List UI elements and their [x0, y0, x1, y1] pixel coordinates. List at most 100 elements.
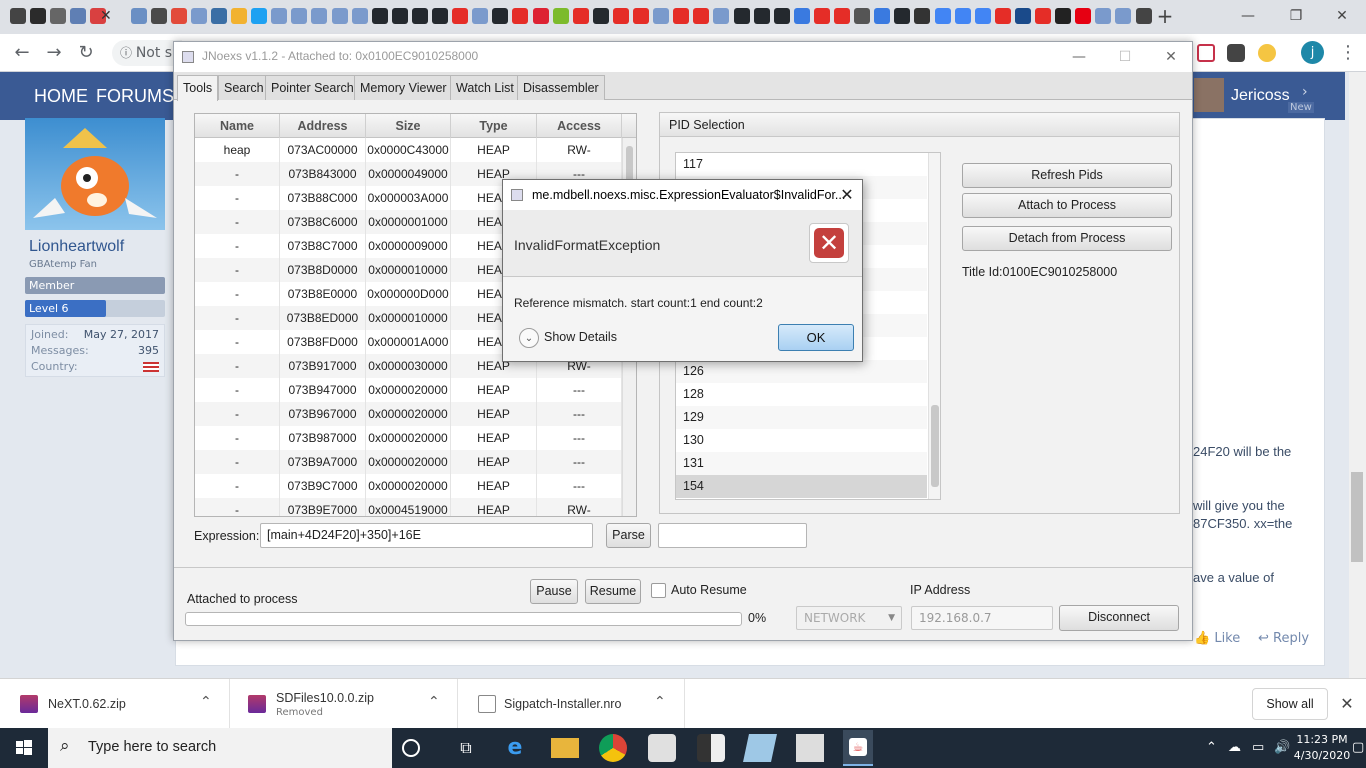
- reply-button[interactable]: ↩ Reply: [1258, 631, 1309, 646]
- cortana-icon[interactable]: [402, 739, 420, 757]
- calculator-icon[interactable]: [796, 734, 824, 762]
- tab-favicon-icon[interactable]: [30, 8, 47, 24]
- pid-list-scrollbar[interactable]: [928, 153, 940, 499]
- profile-avatar[interactable]: j: [1301, 41, 1324, 64]
- tab-favicon-icon[interactable]: [512, 8, 529, 24]
- tab-favicon-icon[interactable]: [894, 8, 911, 24]
- onedrive-icon[interactable]: ☁: [1228, 740, 1241, 755]
- taskbar-clock[interactable]: 11:23 PM 4/30/2020: [1293, 732, 1351, 764]
- dialog-close-button[interactable]: ✕: [835, 184, 859, 206]
- chevron-up-icon[interactable]: ⌃: [654, 694, 666, 710]
- back-icon[interactable]: ←: [10, 42, 34, 64]
- task-view-icon[interactable]: ⧉: [452, 734, 480, 762]
- tab-favicon-icon[interactable]: [934, 8, 951, 24]
- jnoexs-minimize-button[interactable]: —: [1062, 46, 1096, 68]
- new-tab-button[interactable]: +: [1155, 6, 1175, 28]
- tab-memory-viewer[interactable]: Memory Viewer: [354, 75, 453, 100]
- tab-favicon-icon[interactable]: [572, 8, 589, 24]
- tab-search[interactable]: Search: [218, 75, 270, 100]
- start-button[interactable]: [0, 728, 48, 768]
- tab-favicon-icon[interactable]: [874, 8, 891, 24]
- pause-button[interactable]: Pause: [530, 579, 578, 604]
- tab-favicon-icon[interactable]: [592, 8, 609, 24]
- volume-icon[interactable]: 🔊: [1274, 740, 1290, 755]
- detach-from-process-button[interactable]: Detach from Process: [962, 226, 1172, 251]
- tab-favicon-icon[interactable]: [793, 8, 810, 24]
- column-header-access[interactable]: Access: [537, 114, 622, 138]
- tab-favicon-icon[interactable]: [713, 8, 730, 24]
- notepad-icon[interactable]: [743, 734, 777, 762]
- tab-favicon-icon[interactable]: [1075, 8, 1092, 24]
- tab-favicon-icon[interactable]: [50, 8, 67, 24]
- tab-favicon-icon[interactable]: [854, 8, 871, 24]
- tab-favicon-icon[interactable]: [70, 8, 87, 24]
- browser-minimize-button[interactable]: —: [1228, 4, 1268, 28]
- chevron-up-icon[interactable]: ⌃: [200, 694, 212, 710]
- tab-disassembler[interactable]: Disassembler: [517, 75, 605, 100]
- chrome-icon[interactable]: [599, 734, 627, 762]
- table-row[interactable]: -073B9C7000 0x0000020000 HEAP ---: [195, 474, 622, 498]
- user-avatar[interactable]: [1194, 78, 1224, 112]
- chevron-right-icon[interactable]: ›: [1302, 84, 1308, 100]
- pid-list-scrollbar-thumb[interactable]: [931, 405, 939, 487]
- java-taskbar-icon[interactable]: ☕: [843, 730, 873, 766]
- column-header-address[interactable]: Address: [280, 114, 366, 138]
- jnoexs-maximize-button[interactable]: ☐: [1108, 46, 1142, 68]
- parse-button[interactable]: Parse: [606, 523, 651, 548]
- notifications-icon[interactable]: ▢: [1352, 740, 1364, 755]
- pid-list-item[interactable]: 129: [676, 406, 927, 429]
- profile-name[interactable]: Lionheartwolf: [29, 238, 124, 256]
- ip-address-input[interactable]: 192.168.0.7: [911, 606, 1053, 630]
- column-header-type[interactable]: Type: [451, 114, 537, 138]
- tab-favicon-icon[interactable]: [271, 8, 288, 24]
- pid-list-item[interactable]: 117: [676, 153, 927, 176]
- reload-icon[interactable]: ↻: [74, 42, 98, 64]
- tab-favicon-icon[interactable]: [813, 8, 830, 24]
- tab-favicon-icon[interactable]: [351, 8, 368, 24]
- tab-favicon-icon[interactable]: [231, 8, 247, 24]
- ok-button[interactable]: OK: [778, 324, 854, 351]
- table-row[interactable]: -073B9A7000 0x0000020000 HEAP ---: [195, 450, 622, 474]
- refresh-pids-button[interactable]: Refresh Pids: [962, 163, 1172, 188]
- taskbar-search-box[interactable]: ⌕ Type here to search: [48, 728, 392, 768]
- browser-close-button[interactable]: ✕: [1322, 4, 1362, 28]
- tab-favicon-icon[interactable]: [411, 8, 428, 24]
- tab-favicon-icon[interactable]: [170, 8, 187, 24]
- pid-list-item[interactable]: 154: [676, 475, 927, 498]
- jnoexs-close-button[interactable]: ✕: [1154, 46, 1188, 68]
- tab-favicon-icon[interactable]: [210, 8, 227, 24]
- connection-type-select[interactable]: NETWORK ▼: [796, 606, 902, 630]
- tab-favicon-icon[interactable]: [371, 8, 388, 24]
- tab-favicon-icon[interactable]: [773, 8, 790, 24]
- network-icon[interactable]: ▭: [1252, 740, 1264, 755]
- tab-tools[interactable]: Tools: [177, 75, 219, 101]
- tab-favicon-icon[interactable]: [10, 8, 26, 24]
- tab-favicon-icon[interactable]: [653, 8, 670, 24]
- tab-favicon-icon[interactable]: [974, 8, 991, 24]
- pid-list-item[interactable]: 126: [676, 360, 927, 383]
- tab-favicon-icon[interactable]: [432, 8, 448, 24]
- tab-favicon-icon[interactable]: [311, 8, 328, 24]
- file-explorer-icon[interactable]: [551, 738, 579, 758]
- edge-browser-icon[interactable]: e: [501, 734, 529, 762]
- table-row[interactable]: -073B967000 0x0000020000 HEAP ---: [195, 402, 622, 426]
- column-header-name[interactable]: Name: [195, 114, 280, 138]
- tab-favicon-icon[interactable]: [331, 8, 348, 24]
- expression-input[interactable]: [main+4D24F20]+350]+16E: [260, 523, 593, 548]
- resume-button[interactable]: Resume: [585, 579, 641, 604]
- tab-favicon-icon[interactable]: [633, 8, 649, 24]
- tab-favicon-icon[interactable]: [150, 8, 167, 24]
- show-hidden-icons[interactable]: ⌃: [1206, 740, 1217, 755]
- column-header-size[interactable]: Size: [366, 114, 451, 138]
- tab-favicon-icon[interactable]: [733, 8, 750, 24]
- auto-resume-checkbox[interactable]: [651, 583, 666, 598]
- pid-list-item[interactable]: 131: [676, 452, 927, 475]
- like-button[interactable]: 👍 Like: [1194, 631, 1240, 646]
- tab-favicon-icon[interactable]: [391, 8, 408, 24]
- tab-favicon-icon[interactable]: [251, 8, 268, 24]
- tab-favicon-icon[interactable]: [612, 8, 629, 24]
- tab-favicon-icon[interactable]: [452, 8, 469, 24]
- tab-favicon-icon[interactable]: [834, 8, 850, 24]
- download-item[interactable]: SDFiles10.0.0.zip Removed ⌃: [230, 679, 458, 729]
- tab-favicon-icon[interactable]: [492, 8, 509, 24]
